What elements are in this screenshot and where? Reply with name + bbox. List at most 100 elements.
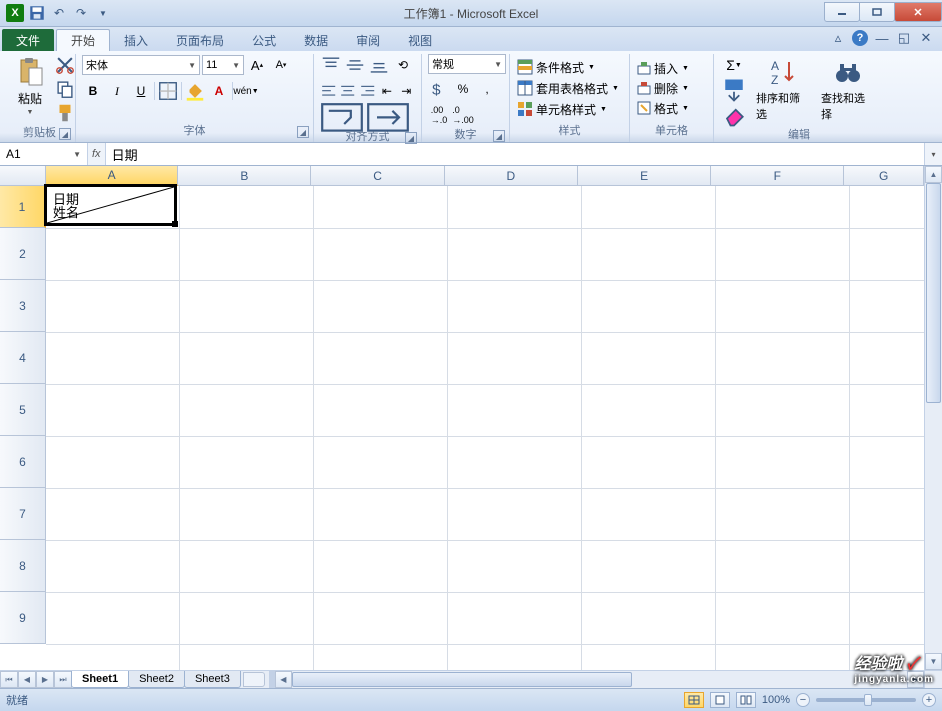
column-header[interactable]: C <box>311 166 444 186</box>
merge-button[interactable] <box>366 106 410 128</box>
formula-input[interactable]: 日期 <box>105 143 924 165</box>
undo-button[interactable]: ↶ <box>50 4 68 22</box>
find-select-button[interactable]: 查找和选择 <box>817 54 878 126</box>
zoom-out-button[interactable]: − <box>796 693 810 707</box>
increase-font-button[interactable]: A▴ <box>246 54 268 76</box>
row-header[interactable]: 9 <box>0 592 46 644</box>
new-sheet-button[interactable] <box>243 672 265 687</box>
maximize-button[interactable] <box>859 2 895 22</box>
tab-nav-last[interactable]: ⏭ <box>54 671 72 688</box>
border-button[interactable] <box>157 80 179 102</box>
fill-button[interactable] <box>720 79 748 101</box>
cell-styles-button[interactable]: 单元格样式▼ <box>516 100 623 118</box>
format-cells-button[interactable]: 格式▼ <box>636 100 707 117</box>
align-middle-button[interactable] <box>344 54 366 76</box>
selected-cell[interactable]: 日期 姓名 <box>44 184 177 226</box>
paste-button[interactable]: 粘贴 ▼ <box>10 54 50 124</box>
row-header[interactable]: 6 <box>0 436 46 488</box>
row-header[interactable]: 2 <box>0 228 46 280</box>
tab-pagelayout[interactable]: 页面布局 <box>162 29 238 51</box>
comma-button[interactable]: , <box>476 78 498 100</box>
font-dialog-launcher[interactable]: ◢ <box>297 126 309 138</box>
row-header[interactable]: 3 <box>0 280 46 332</box>
format-painter-button[interactable] <box>54 102 76 124</box>
increase-indent-button[interactable]: ⇥ <box>398 80 415 102</box>
mdi-close-button[interactable]: ✕ <box>918 30 934 46</box>
percent-button[interactable]: % <box>452 78 474 100</box>
minimize-ribbon-button[interactable]: ▵ <box>830 30 846 46</box>
page-break-view-button[interactable] <box>736 692 756 708</box>
insert-cells-button[interactable]: 插入▼ <box>636 60 707 77</box>
tab-nav-prev[interactable]: ◀ <box>18 671 36 688</box>
select-all-corner[interactable] <box>0 166 46 186</box>
accounting-button[interactable]: $ <box>428 78 450 100</box>
tab-nav-next[interactable]: ▶ <box>36 671 54 688</box>
save-button[interactable] <box>28 4 46 22</box>
page-layout-view-button[interactable] <box>710 692 730 708</box>
row-header[interactable]: 1 <box>0 186 46 228</box>
wrap-text-button[interactable] <box>320 106 364 128</box>
scroll-up-button[interactable]: ▲ <box>925 166 942 183</box>
column-header[interactable]: G <box>844 166 924 186</box>
close-button[interactable] <box>894 2 942 22</box>
row-header[interactable]: 5 <box>0 384 46 436</box>
fx-button[interactable]: fx <box>92 148 101 160</box>
sort-filter-button[interactable]: AZ 排序和筛选 <box>752 54 813 126</box>
redo-button[interactable]: ↷ <box>72 4 90 22</box>
align-bottom-button[interactable] <box>368 54 390 76</box>
row-header[interactable]: 4 <box>0 332 46 384</box>
zoom-in-button[interactable]: + <box>922 693 936 707</box>
help-button[interactable]: ? <box>852 30 868 46</box>
conditional-format-button[interactable]: 条件格式▼ <box>516 58 623 76</box>
font-name-combo[interactable]: 宋体▼ <box>82 55 200 75</box>
mdi-restore-button[interactable]: ◱ <box>896 30 912 46</box>
qat-dropdown[interactable]: ▼ <box>94 4 112 22</box>
align-top-button[interactable] <box>320 54 342 76</box>
column-header[interactable]: A <box>46 166 178 186</box>
number-format-combo[interactable]: 常规▼ <box>428 54 506 74</box>
column-header[interactable]: B <box>178 166 311 186</box>
delete-cells-button[interactable]: 删除▼ <box>636 80 707 97</box>
decrease-indent-button[interactable]: ⇤ <box>378 80 395 102</box>
orientation-button[interactable]: ⟲ <box>392 54 414 76</box>
fill-color-button[interactable] <box>184 80 206 102</box>
cut-button[interactable] <box>54 54 76 76</box>
file-tab[interactable]: 文件 <box>2 29 54 51</box>
vscroll-thumb[interactable] <box>926 183 941 403</box>
alignment-dialog-launcher[interactable]: ◢ <box>405 132 417 144</box>
align-center-button[interactable] <box>339 80 356 102</box>
row-header[interactable]: 8 <box>0 540 46 592</box>
align-left-button[interactable] <box>320 80 337 102</box>
font-color-button[interactable]: A <box>208 80 230 102</box>
clipboard-dialog-launcher[interactable]: ◢ <box>59 128 71 140</box>
italic-button[interactable]: I <box>106 80 128 102</box>
zoom-thumb[interactable] <box>864 694 872 706</box>
tab-review[interactable]: 审阅 <box>342 29 394 51</box>
zoom-slider[interactable] <box>816 698 916 702</box>
sheet-tab-3[interactable]: Sheet3 <box>184 671 241 688</box>
fill-handle[interactable] <box>172 221 178 227</box>
sheet-tab-1[interactable]: Sheet1 <box>71 671 129 688</box>
cell-grid[interactable]: 日期 姓名 <box>46 186 924 670</box>
table-format-button[interactable]: 套用表格格式▼ <box>516 79 623 97</box>
tab-home[interactable]: 开始 <box>56 29 110 51</box>
increase-decimal-button[interactable]: .00→.0 <box>428 104 450 126</box>
scroll-left-button[interactable]: ◀ <box>275 671 292 688</box>
tab-data[interactable]: 数据 <box>290 29 342 51</box>
normal-view-button[interactable] <box>684 692 704 708</box>
number-dialog-launcher[interactable]: ◢ <box>493 130 505 142</box>
column-header[interactable]: E <box>578 166 711 186</box>
column-header[interactable]: D <box>445 166 578 186</box>
minimize-button[interactable] <box>824 2 860 22</box>
decrease-decimal-button[interactable]: .0→.00 <box>452 104 474 126</box>
tab-insert[interactable]: 插入 <box>110 29 162 51</box>
autosum-button[interactable]: Σ▼ <box>720 54 748 76</box>
tab-view[interactable]: 视图 <box>394 29 446 51</box>
tab-nav-first[interactable]: ⏮ <box>0 671 18 688</box>
clear-button[interactable] <box>720 104 748 126</box>
name-box[interactable]: A1▼ <box>0 143 88 165</box>
tab-formulas[interactable]: 公式 <box>238 29 290 51</box>
decrease-font-button[interactable]: A▾ <box>270 54 292 76</box>
phonetic-button[interactable]: wén▼ <box>235 80 257 102</box>
bold-button[interactable]: B <box>82 80 104 102</box>
